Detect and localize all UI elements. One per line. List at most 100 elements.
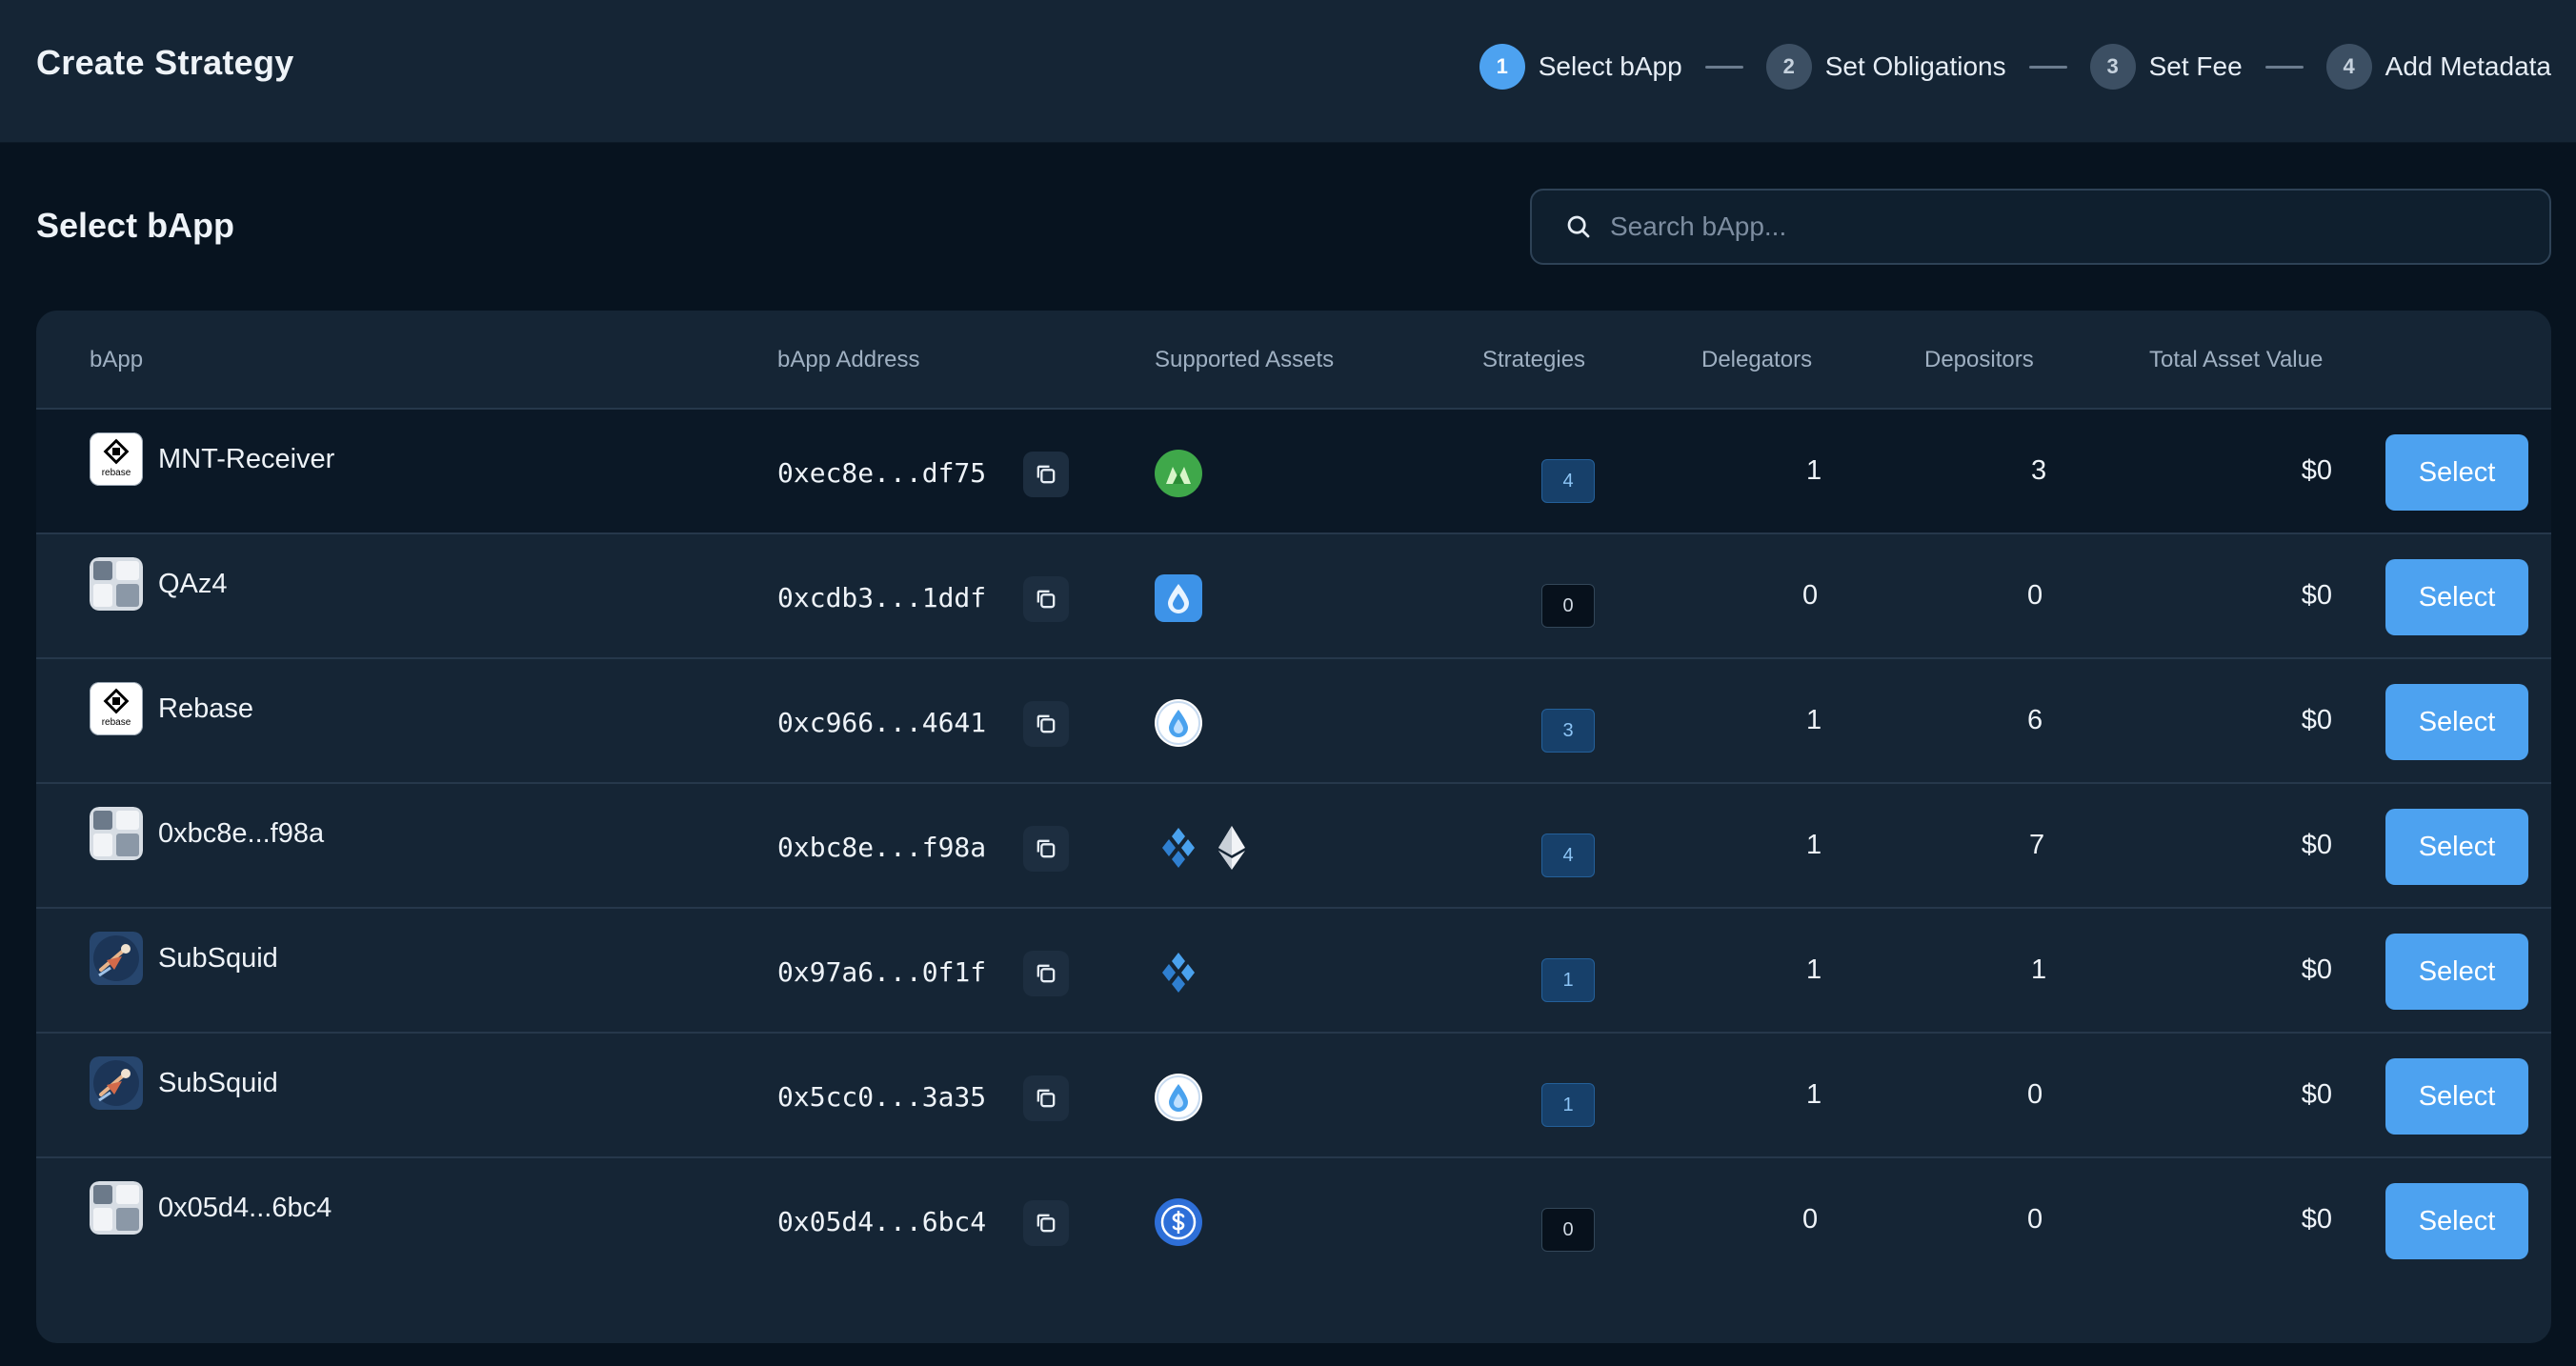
rebase-logo: rebase — [90, 682, 143, 735]
step-number: 4 — [2325, 44, 2372, 90]
select-button[interactable]: Select — [2385, 684, 2528, 760]
step-divider — [2028, 65, 2067, 69]
select-button[interactable]: Select — [2385, 809, 2528, 885]
bapp-address: 0x97a6...0f1f — [777, 956, 987, 988]
select-button[interactable]: Select — [2385, 434, 2528, 511]
ethereum-icon — [1208, 824, 1256, 872]
top-bar: Create Strategy 1 Select bApp 2 Set Obli… — [0, 0, 2576, 143]
table-row[interactable]: 0xbc8e...f98a 0xbc8e...f98a 4 1 7 $0 Sel… — [36, 784, 2551, 909]
search-icon — [1567, 215, 1590, 238]
bapp-address: 0xec8e...df75 — [777, 457, 987, 489]
copy-icon — [1036, 964, 1056, 983]
bapp-address: 0xc966...4641 — [777, 707, 987, 738]
strategies-badge: 4 — [1541, 834, 1595, 877]
bapp-name: SubSquid — [158, 1068, 278, 1098]
page-title: Create Strategy — [36, 43, 294, 82]
step-add-metadata[interactable]: 4 Add Metadata — [2325, 44, 2551, 90]
drop-icon — [1155, 1074, 1202, 1121]
bapp-address: 0xbc8e...f98a — [777, 832, 987, 863]
strategies-badge: 1 — [1541, 958, 1595, 1002]
depositors-count: 6 — [2027, 705, 2043, 735]
col-total-asset-value[interactable]: Total Asset Value — [2149, 347, 2323, 373]
bapp-table: bApp bApp Address Supported Assets Strat… — [36, 311, 2551, 1343]
bapp-name: SubSquid — [158, 943, 278, 974]
subsquid-logo — [90, 1056, 143, 1110]
col-bapp-address[interactable]: bApp Address — [777, 347, 919, 373]
step-set-fee[interactable]: 3 Set Fee — [2089, 44, 2243, 90]
strategies-badge: 4 — [1541, 459, 1595, 503]
copy-icon — [1036, 714, 1056, 733]
table-row[interactable]: SubSquid 0x97a6...0f1f 1 1 1 $0 Select — [36, 909, 2551, 1034]
copy-address-button[interactable] — [1023, 826, 1069, 872]
delegators-count: 1 — [1806, 954, 1822, 985]
step-label: Add Metadata — [2385, 51, 2551, 81]
step-number: 1 — [1479, 44, 1525, 90]
copy-address-button[interactable] — [1023, 701, 1069, 747]
generic-bapp-logo — [90, 557, 143, 611]
step-label: Set Fee — [2148, 51, 2243, 81]
step-label: Select bApp — [1538, 51, 1682, 81]
drop-icon — [1155, 699, 1202, 747]
step-divider — [1704, 65, 1743, 69]
bapp-address: 0xcdb3...1ddf — [777, 582, 987, 613]
mantle-icon — [1155, 450, 1202, 497]
copy-icon — [1036, 590, 1056, 609]
copy-address-button[interactable] — [1023, 576, 1069, 622]
step-label: Set Obligations — [1824, 51, 2006, 81]
select-button[interactable]: Select — [2385, 559, 2528, 635]
table-header: bApp bApp Address Supported Assets Strat… — [36, 311, 2551, 410]
bapp-name: QAz4 — [158, 569, 228, 599]
copy-icon — [1036, 465, 1056, 484]
strategies-badge: 0 — [1541, 584, 1595, 628]
section-title: Select bApp — [36, 206, 235, 245]
total-asset-value: $0 — [2301, 705, 2332, 735]
col-strategies[interactable]: Strategies — [1482, 347, 1585, 373]
copy-address-button[interactable] — [1023, 1200, 1069, 1246]
total-asset-value: $0 — [2301, 954, 2332, 985]
search-input[interactable] — [1610, 211, 2525, 242]
depositors-count: 3 — [2031, 455, 2047, 486]
bapp-address: 0x5cc0...3a35 — [777, 1081, 987, 1113]
copy-address-button[interactable] — [1023, 1075, 1069, 1121]
table-row[interactable]: SubSquid 0x5cc0...3a35 1 1 0 $0 Select — [36, 1034, 2551, 1158]
select-button[interactable]: Select — [2385, 1058, 2528, 1135]
strategies-badge: 1 — [1541, 1083, 1595, 1127]
depositors-count: 0 — [2027, 1204, 2043, 1235]
depositors-count: 1 — [2031, 954, 2047, 985]
depositors-count: 0 — [2027, 580, 2043, 611]
col-bapp[interactable]: bApp — [90, 347, 143, 373]
step-divider — [2264, 65, 2304, 69]
generic-bapp-logo — [90, 807, 143, 860]
search-bar[interactable] — [1530, 189, 2551, 265]
col-delegators[interactable]: Delegators — [1701, 347, 1812, 373]
svg-text:rebase: rebase — [102, 717, 131, 728]
total-asset-value: $0 — [2301, 1204, 2332, 1235]
bapp-name: 0x05d4...6bc4 — [158, 1193, 332, 1223]
col-depositors[interactable]: Depositors — [1924, 347, 2034, 373]
copy-icon — [1036, 839, 1056, 858]
ssv-diamond-icon — [1155, 949, 1202, 996]
step-select-bapp[interactable]: 1 Select bApp — [1479, 44, 1682, 90]
subsquid-logo — [90, 932, 143, 985]
step-number: 3 — [2089, 44, 2136, 90]
depositors-count: 0 — [2027, 1079, 2043, 1110]
step-set-obligations[interactable]: 2 Set Obligations — [1765, 44, 2006, 90]
table-row[interactable]: QAz4 0xcdb3...1ddf 0 0 0 $0 Select — [36, 534, 2551, 659]
rebase-logo: rebase — [90, 432, 143, 486]
ssv-diamond-icon — [1155, 824, 1202, 872]
col-supported-assets[interactable]: Supported Assets — [1155, 347, 1334, 373]
table-row[interactable]: 0x05d4...6bc4 0x05d4...6bc4 0 0 0 $0 Sel… — [36, 1158, 2551, 1283]
delegators-count: 1 — [1806, 1079, 1822, 1110]
total-asset-value: $0 — [2301, 830, 2332, 860]
select-button[interactable]: Select — [2385, 934, 2528, 1010]
table-row[interactable]: rebase MNT-Receiver 0xec8e...df75 4 1 3 … — [36, 410, 2551, 534]
copy-address-button[interactable] — [1023, 452, 1069, 497]
copy-address-button[interactable] — [1023, 951, 1069, 996]
copy-icon — [1036, 1214, 1056, 1233]
delegators-count: 0 — [1802, 580, 1819, 611]
delegators-count: 1 — [1806, 705, 1822, 735]
copy-icon — [1036, 1089, 1056, 1108]
select-button[interactable]: Select — [2385, 1183, 2528, 1259]
table-row[interactable]: rebase Rebase 0xc966...4641 3 1 6 $0 Sel… — [36, 659, 2551, 784]
total-asset-value: $0 — [2301, 455, 2332, 486]
